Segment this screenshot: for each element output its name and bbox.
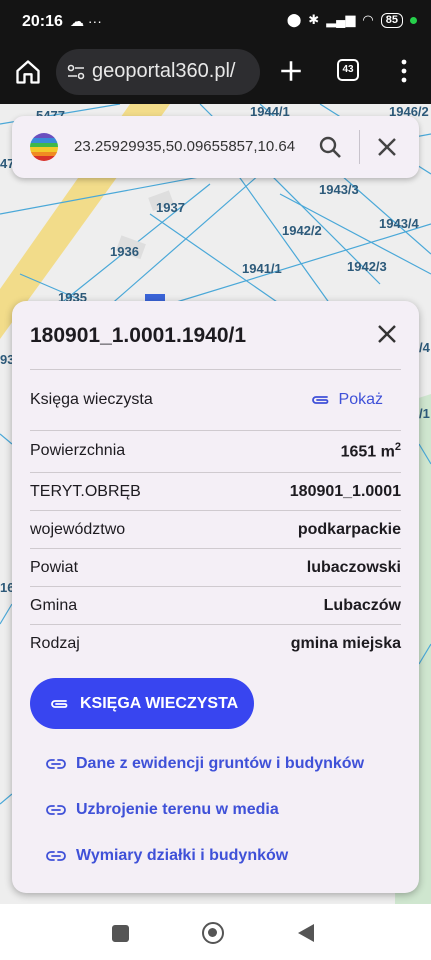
new-tab-icon[interactable] <box>278 58 304 84</box>
link-label[interactable]: Uzbrojenie terenu w media <box>76 801 279 819</box>
wifi-icon: ◠ <box>362 12 374 27</box>
row-label: Rodzaj <box>30 635 80 652</box>
parcel-label: 1937 <box>156 200 185 215</box>
url-text[interactable]: geoportal360.pl/ <box>92 60 235 83</box>
link-utilities[interactable]: Uzbrojenie terenu w media <box>46 801 279 819</box>
divider <box>30 430 401 431</box>
parcel-label: 1941/1 <box>242 261 282 276</box>
status-bar: 20:16 ☁ ··· ⬤ ✱ ▂▄▆ ◠ 85 <box>0 0 431 44</box>
parcel-label: 1942/2 <box>282 223 322 238</box>
privacy-dot-icon <box>410 16 417 24</box>
coordinate-search-bar: 23.25929935,50.09655857,10.64 <box>12 116 419 178</box>
row-label: Księga wieczysta <box>30 391 153 408</box>
close-icon[interactable] <box>376 136 398 158</box>
system-nav-bar <box>0 905 431 960</box>
parcel-label: /4 <box>419 340 430 355</box>
coordinates-text[interactable]: 23.25929935,50.09655857,10.64 <box>74 138 295 155</box>
bluetooth-icon: ✱ <box>308 12 320 27</box>
parcel-label: 1942/3 <box>347 259 387 274</box>
row-voivodeship: województwo podkarpackie <box>30 511 401 549</box>
link-icon <box>46 851 66 861</box>
geoportal-logo-icon <box>30 133 58 161</box>
back-icon[interactable] <box>298 924 314 942</box>
row-commune: Gmina Lubaczów <box>30 587 401 625</box>
status-icons: ⬤ ✱ ▂▄▆ ◠ 85 <box>287 12 417 28</box>
parcel-label: 1943/3 <box>319 182 359 197</box>
show-link-label[interactable]: Pokaż <box>339 391 383 409</box>
cloud-icon: ☁ ··· <box>70 13 102 29</box>
home-icon[interactable] <box>14 58 42 86</box>
link-dimensions[interactable]: Wymiary działki i budynków <box>46 847 288 865</box>
recent-apps-icon[interactable] <box>112 925 129 942</box>
link-land-records[interactable]: Dane z ewidencji gruntów i budynków <box>46 755 364 773</box>
parcel-label: /1 <box>419 406 430 421</box>
parcel-info-card: 180901_1.0001.1940/1 Księga wieczysta Po… <box>12 301 419 893</box>
land-register-button-label[interactable]: KSIĘGA WIECZYSTA <box>80 695 238 713</box>
row-label: Gmina <box>30 597 78 614</box>
parcel-label: 1943/4 <box>379 216 419 231</box>
row-county: Powiat lubaczowski <box>30 549 401 587</box>
site-settings-icon[interactable] <box>66 62 86 82</box>
row-value: lubaczowski <box>306 559 401 576</box>
row-value: podkarpackie <box>297 521 401 538</box>
status-time: 20:16 <box>22 13 63 30</box>
show-link[interactable]: Pokaż <box>311 391 383 409</box>
parcel-label: 1936 <box>110 244 139 259</box>
row-label: Powiat <box>30 559 79 576</box>
home-button-icon[interactable] <box>202 922 224 944</box>
row-area: Powierzchnia 1651 m2 <box>30 432 401 470</box>
attachment-icon <box>311 396 328 404</box>
signal-icon: ▂▄▆ <box>326 12 356 27</box>
row-teryt: TERYT.OBRĘB 180901_1.0001 <box>30 473 401 511</box>
browser-toolbar: geoportal360.pl/ 43 <box>0 44 431 104</box>
row-label: województwo <box>30 521 126 538</box>
location-icon: ⬤ <box>286 12 302 27</box>
row-land-register: Księga wieczysta Pokaż <box>30 381 401 419</box>
row-label: TERYT.OBRĘB <box>30 483 141 500</box>
link-icon <box>46 805 66 815</box>
close-icon[interactable] <box>376 323 398 345</box>
link-icon <box>46 759 66 769</box>
row-label: Powierzchnia <box>30 442 126 459</box>
battery-icon: 85 <box>380 12 403 28</box>
attachment-icon <box>51 699 68 708</box>
row-value: 1651 m2 <box>340 440 401 461</box>
land-register-button[interactable]: KSIĘGA WIECZYSTA <box>30 678 254 729</box>
more-menu-icon[interactable] <box>392 58 416 84</box>
row-type: Rodzaj gmina miejska <box>30 625 401 663</box>
link-label[interactable]: Dane z ewidencji gruntów i budynków <box>76 755 364 773</box>
row-value: 180901_1.0001 <box>289 483 401 500</box>
row-value: gmina miejska <box>290 635 401 652</box>
address-bar[interactable]: geoportal360.pl/ <box>56 49 260 95</box>
parcel-title: 180901_1.0001.1940/1 <box>30 324 247 347</box>
search-icon[interactable] <box>318 135 342 159</box>
link-label[interactable]: Wymiary działki i budynków <box>76 847 288 865</box>
row-value: Lubaczów <box>323 597 401 614</box>
divider <box>30 369 401 370</box>
tab-switcher-button[interactable]: 43 <box>337 59 359 81</box>
divider <box>359 130 360 164</box>
